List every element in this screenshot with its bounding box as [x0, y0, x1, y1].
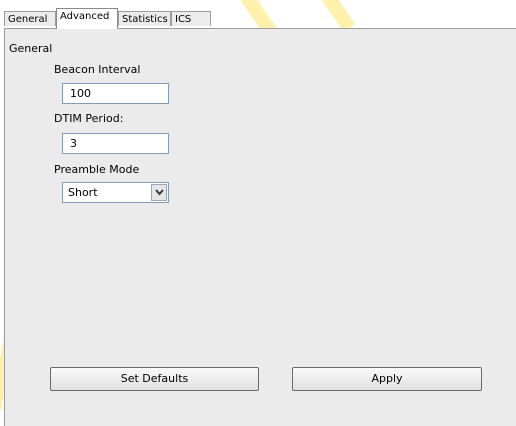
- tab-statistics[interactable]: Statistics: [118, 11, 171, 26]
- dtim-period-label: DTIM Period:: [54, 112, 124, 125]
- dtim-period-input[interactable]: 3: [62, 133, 169, 154]
- beacon-interval-label: Beacon Interval: [54, 63, 141, 76]
- set-defaults-button[interactable]: Set Defaults: [50, 367, 259, 391]
- beacon-interval-input[interactable]: 100: [62, 83, 169, 104]
- group-title: General: [9, 42, 53, 55]
- tab-label: General: [8, 14, 48, 25]
- tab-label: Advanced: [60, 11, 110, 22]
- advanced-panel: General Beacon Interval 100 DTIM Period:…: [4, 28, 516, 426]
- tab-strip: General Advanced Statistics ICS: [0, 6, 516, 29]
- tab-label: ICS: [175, 14, 192, 25]
- tab-general[interactable]: General: [4, 11, 56, 26]
- tab-label: Statistics: [122, 14, 168, 25]
- tab-advanced[interactable]: Advanced: [56, 8, 118, 29]
- tab-ics[interactable]: ICS: [171, 11, 211, 26]
- preamble-mode-select[interactable]: Short: [62, 182, 169, 203]
- preamble-mode-label: Preamble Mode: [54, 163, 140, 176]
- apply-button[interactable]: Apply: [292, 367, 482, 391]
- preamble-mode-value: Short: [68, 186, 98, 199]
- chevron-down-icon[interactable]: [151, 184, 167, 201]
